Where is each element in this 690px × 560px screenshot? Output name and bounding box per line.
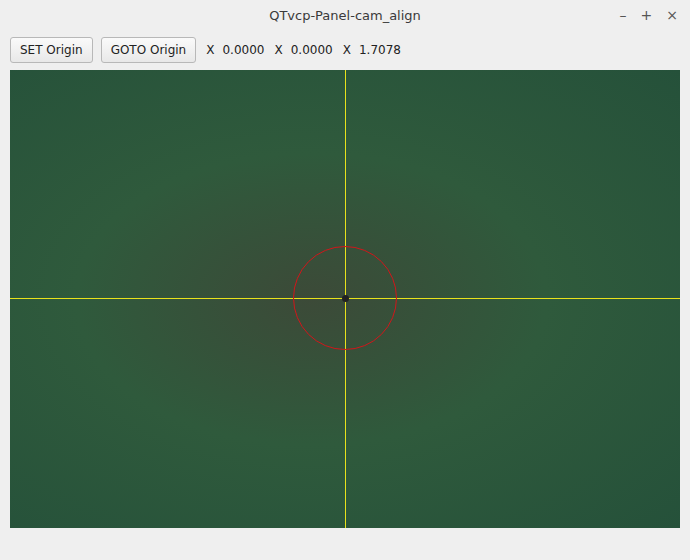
axis-value: 0.0000 xyxy=(291,43,333,57)
axis-value: 1.7078 xyxy=(359,43,401,57)
axis-readout: X 0.0000 xyxy=(274,43,332,57)
axis-readout: X 0.0000 xyxy=(206,43,264,57)
window-controls: –+ × xyxy=(421,7,690,23)
center-dot xyxy=(342,295,349,302)
window-control-button[interactable]: – xyxy=(620,7,627,23)
cam-align-window: QTvcp-Panel-cam_align –+ × SET Origin GOTO O… xyxy=(0,0,690,560)
bottom-area xyxy=(0,528,690,560)
window-control-button[interactable]: + xyxy=(641,7,653,23)
axis-label: X xyxy=(274,43,282,57)
toolbar: SET Origin GOTO Origin X 0.0000 X 0.0000 X 1.70… xyxy=(0,30,690,70)
axis-label: X xyxy=(343,43,351,57)
axis-value: 0.0000 xyxy=(222,43,264,57)
axis-label: X xyxy=(206,43,214,57)
title-bar: QTvcp-Panel-cam_align –+ × xyxy=(0,0,690,30)
window-control-button[interactable]: × xyxy=(666,7,678,23)
toolbar-button[interactable]: GOTO Origin xyxy=(101,37,197,63)
toolbar-button[interactable]: SET Origin xyxy=(10,37,93,63)
window-title: QTvcp-Panel-cam_align xyxy=(269,8,421,23)
camera-view[interactable] xyxy=(10,70,680,528)
axis-readout: X 1.7078 xyxy=(343,43,401,57)
